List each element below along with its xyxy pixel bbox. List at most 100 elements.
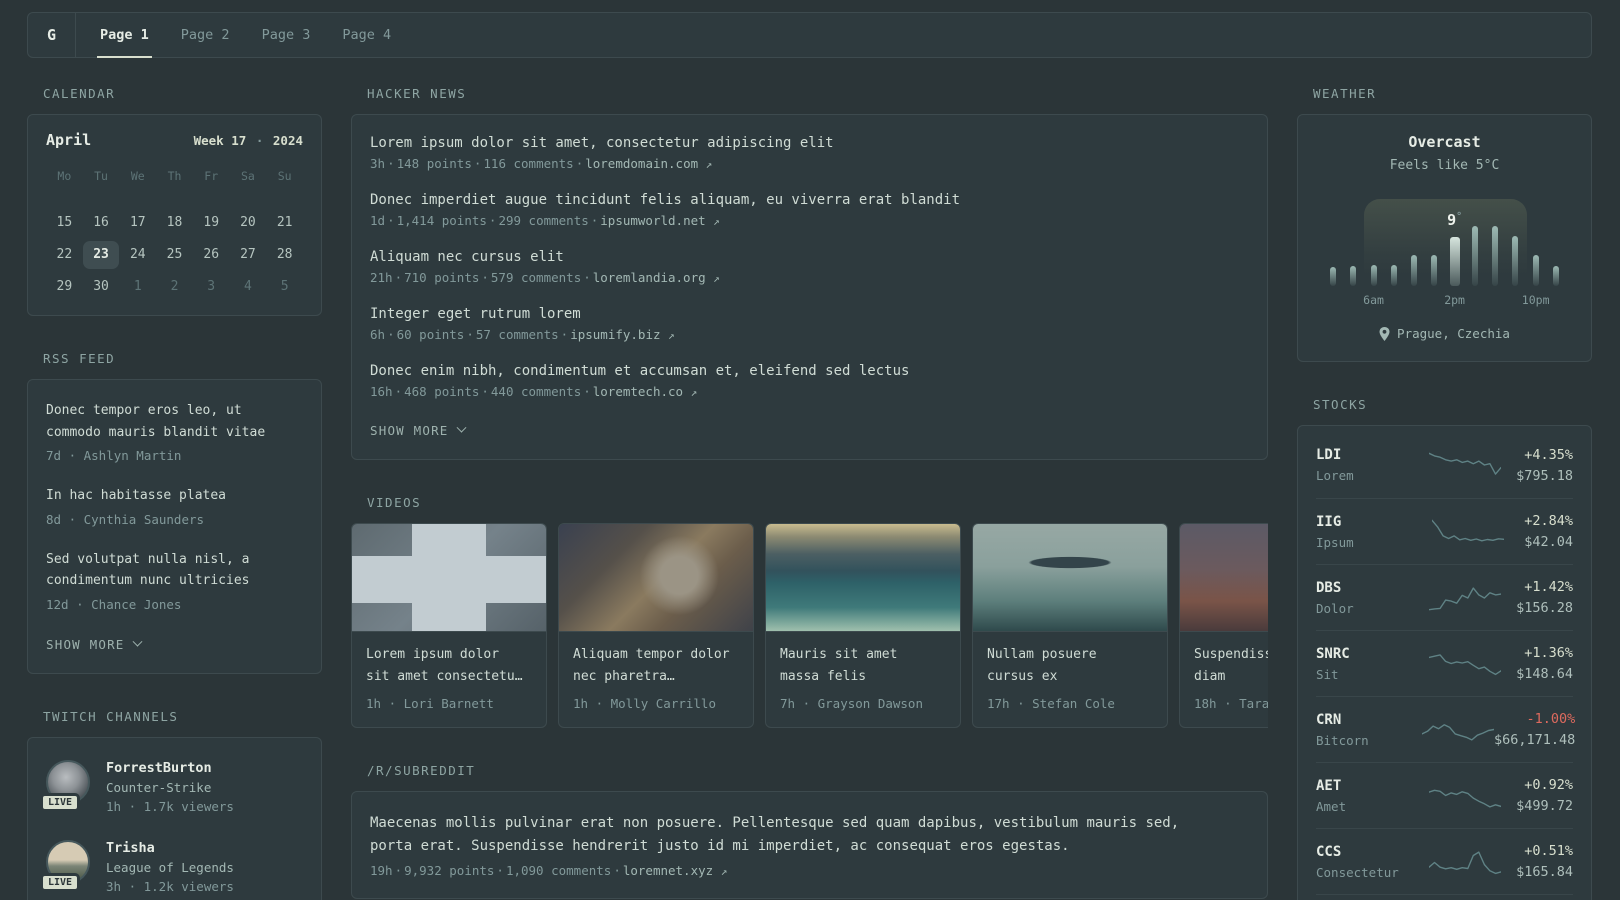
live-badge: LIVE	[40, 872, 81, 892]
stock-price: $165.84	[1516, 864, 1573, 880]
stock-row: AET Amet +0.92% $499.72	[1316, 762, 1573, 828]
video-card[interactable]: Nullam posuere cursus ex 17h · Stefan Co…	[972, 523, 1168, 728]
stock-symbol: AET	[1316, 777, 1342, 794]
weather-bar	[1449, 237, 1460, 286]
stock-value-block: -1.00% $66,171.48	[1494, 711, 1575, 748]
hn-story-domain[interactable]: loremlandia.org ↗	[593, 270, 720, 285]
hn-story-meta: 3h · 148 points · 116 comments · loremdomain.c…	[370, 156, 1249, 171]
hn-story-domain-text: ipsumworld.net	[600, 213, 706, 228]
twitch-channel-name: ForrestBurton	[106, 759, 212, 776]
hn-story: Donec imperdiet augue tincidunt felis al…	[370, 192, 1249, 228]
separator-dot: ·	[575, 156, 584, 171]
page-tab[interactable]: Page 4	[326, 13, 407, 57]
separator-dot: ·	[255, 133, 264, 148]
video-thumbnail[interactable]	[559, 524, 753, 632]
hn-story-domain[interactable]: loremtech.co ↗	[593, 384, 697, 399]
calendar-header: April Week 17 · 2024	[46, 131, 303, 149]
video-thumbnail[interactable]	[766, 524, 960, 632]
weather-bar-slot: 10pm	[1522, 255, 1550, 307]
video-thumbnail[interactable]	[973, 524, 1167, 632]
subreddit-post-domain-text: loremnet.xyz	[622, 863, 714, 878]
stock-value-block: +0.51% $165.84	[1516, 843, 1573, 880]
video-meta: 7h · Grayson Dawson	[780, 696, 923, 711]
stock-ticker-block: AET Amet	[1316, 778, 1422, 814]
rss-item-meta: 8d · Cynthia Saunders	[46, 511, 205, 527]
calendar-day: 22	[56, 247, 73, 262]
separator-dot: ·	[394, 384, 403, 399]
weather-widget: WEATHER Overcast Feels like 5°C 6am 9° 2pm…	[1297, 86, 1592, 362]
weather-bar-slot	[1409, 255, 1419, 286]
rss-item: Sed volutpat nulla nisl, a condimentum n…	[46, 549, 303, 612]
calendar-day: 29	[56, 279, 73, 294]
hn-story: Integer eget rutrum lorem 6h · 60 points · 5…	[370, 306, 1249, 342]
video-info: Nullam posuere cursus ex 17h · Stefan Co…	[973, 632, 1167, 727]
calendar-day: 18	[166, 215, 183, 230]
hackernews-list: Lorem ipsum dolor sit amet, consectetur …	[370, 135, 1249, 399]
video-card[interactable]: Lorem ipsum dolor sit amet consectetu… 1…	[351, 523, 547, 728]
separator-dot: ·	[394, 270, 403, 285]
weather-location: Prague, Czechia	[1397, 326, 1510, 341]
section-label-rss: RSS FEED	[43, 351, 116, 366]
hn-story-domain[interactable]: ipsumify.biz ↗	[570, 327, 674, 342]
rss-item-title[interactable]: In hac habitasse platea	[46, 485, 303, 507]
hn-story-title[interactable]: Lorem ipsum dolor sit amet, consectetur …	[370, 135, 1249, 151]
stock-price: $795.18	[1516, 467, 1573, 484]
video-info: Lorem ipsum dolor sit amet consectetu… 1…	[352, 632, 546, 727]
twitch-channel[interactable]: LIVE Trisha League of Legends 3h · 1.2k …	[40, 839, 303, 894]
twitch-channel[interactable]: LIVE ForrestBurton Counter-Strike 1h · 1…	[40, 759, 303, 814]
video-title: Lorem ipsum dolor sit amet consectetu…	[366, 647, 523, 684]
video-thumbnail[interactable]	[1180, 524, 1268, 632]
page-tab[interactable]: Page 1	[84, 13, 165, 58]
video-thumbnail[interactable]	[352, 524, 546, 632]
dashboard-columns: CALENDAR April Week 17 · 2024 Mo Tu We Th Fr…	[27, 86, 1592, 900]
hn-story-title[interactable]: Donec enim nibh, condimentum et accumsan…	[370, 363, 1249, 379]
section-label-hackernews: HACKER NEWS	[367, 86, 467, 101]
hn-story-title[interactable]: Donec imperdiet augue tincidunt felis al…	[370, 192, 1249, 208]
rss-item-title[interactable]: Donec tempor eros leo, ut commodo mauris…	[46, 400, 303, 443]
stock-name: Lorem	[1316, 468, 1354, 483]
stock-change: +2.84%	[1524, 513, 1573, 529]
hn-story-title[interactable]: Integer eget rutrum lorem	[370, 306, 1249, 322]
stock-row: CCS Consectetur +0.51% $165.84	[1316, 828, 1573, 894]
video-card[interactable]: Mauris sit amet massa felis 7h · Grayson…	[765, 523, 961, 728]
subreddit-post-domain[interactable]: loremnet.xyz ↗	[623, 863, 727, 878]
stock-symbol: CRN	[1316, 711, 1342, 728]
video-card[interactable]: Suspendisse diam 18h · Tara	[1179, 523, 1268, 728]
show-more-button[interactable]: SHOW MORE	[370, 422, 466, 438]
page-tabs: Page 1 Page 2 Page 3 Page 4	[76, 13, 407, 58]
video-info: Aliquam tempor dolor nec pharetra… 1h · …	[559, 632, 753, 727]
calendar-month: April	[46, 131, 92, 149]
hn-story-domain[interactable]: ipsumworld.net ↗	[600, 213, 720, 228]
show-more-button[interactable]: SHOW MORE	[46, 636, 142, 652]
stock-symbol: SNRC	[1316, 645, 1350, 662]
video-meta: 1h · Lori Barnett	[366, 696, 494, 711]
hn-story-domain[interactable]: loremdomain.com ↗	[585, 156, 712, 171]
videos-row: Lorem ipsum dolor sit amet consectetu… 1…	[351, 523, 1268, 728]
stocks-card: LDI Lorem +4.35% $795.18 IIG Ipsum +2.84…	[1297, 425, 1592, 900]
weather-bar-slot	[1551, 266, 1561, 286]
rss-card: Donec tempor eros leo, ut commodo mauris…	[27, 379, 322, 674]
hn-story-time: 3h	[370, 156, 386, 171]
calendar-week-year: Week 17 · 2024	[194, 133, 303, 148]
logo[interactable]: G	[28, 13, 76, 57]
rss-item: Donec tempor eros leo, ut commodo mauris…	[46, 400, 303, 463]
page-tab[interactable]: Page 2	[165, 13, 246, 57]
weather-feels-like: Feels like 5°C	[1389, 158, 1500, 173]
rss-item-title[interactable]: Sed volutpat nulla nisl, a condimentum n…	[46, 549, 303, 592]
hn-story-time: 1d	[370, 213, 386, 228]
video-card[interactable]: Aliquam tempor dolor nec pharetra… 1h · …	[558, 523, 754, 728]
subreddit-post-comments: 1,090 comments	[505, 863, 612, 878]
hn-story-points: 60 points	[396, 327, 465, 342]
stocks-widget: STOCKS LDI Lorem +4.35% $795.18 IIG Ipsu…	[1297, 397, 1592, 900]
stock-change: -1.00%	[1526, 711, 1576, 727]
hn-story-title[interactable]: Aliquam nec cursus elit	[370, 249, 1249, 265]
weather-condition: Overcast	[1408, 133, 1481, 151]
section-label-stocks: STOCKS	[1313, 397, 1368, 412]
page-tab[interactable]: Page 3	[246, 13, 327, 57]
external-link-icon: ↗	[713, 272, 720, 285]
subreddit-post-title[interactable]: Maecenas mollis pulvinar erat non posuer…	[370, 815, 1179, 854]
stock-value-block: +1.36% $148.64	[1516, 645, 1573, 682]
hn-story-points: 710 points	[404, 270, 480, 285]
calendar-weekday: Mo	[57, 169, 72, 183]
separator-dot: ·	[560, 327, 569, 342]
